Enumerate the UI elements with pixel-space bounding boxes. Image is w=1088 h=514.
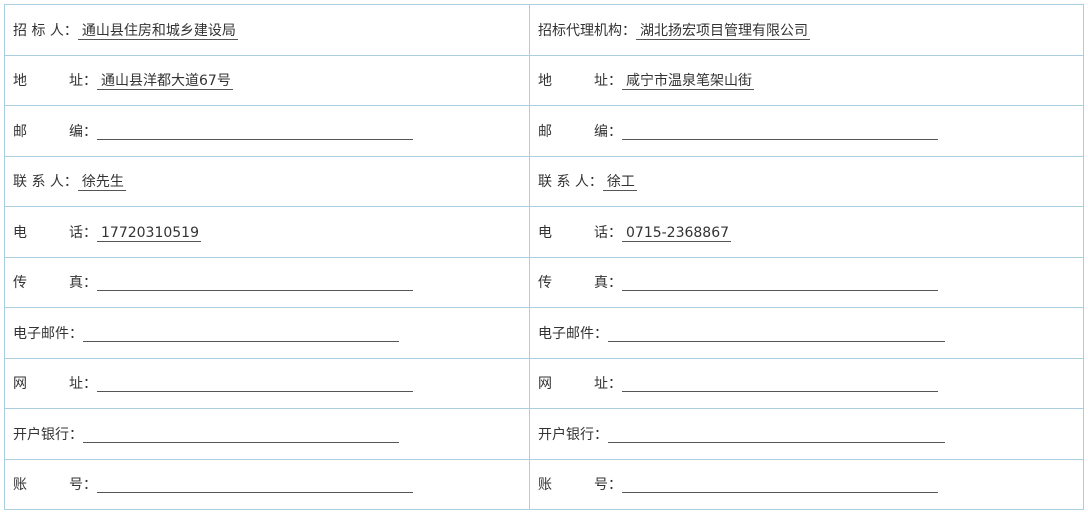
field-value: 通山县洋都大道67号 <box>97 73 233 91</box>
field-label: 地 址： <box>538 73 622 90</box>
blank-line <box>608 327 945 342</box>
contact-info-body: 招 标 人： 通山县住房和城乡建设局 招标代理机构： 湖北扬宏项目管理有限公司 地 … <box>4 4 1084 510</box>
tenderer-cell: 招 标 人： 通山县住房和城乡建设局 <box>4 4 530 56</box>
table-row: 联 系 人： 徐先生 联 系 人： 徐工 <box>4 155 1084 207</box>
field-label: 账 号： <box>538 477 622 494</box>
field-label: 电子邮件： <box>13 325 83 342</box>
fax-cell: 传 真： <box>4 256 530 308</box>
field-value: 徐工 <box>602 174 637 192</box>
field-label: 地 址： <box>13 73 97 90</box>
field-label: 电 话： <box>538 224 622 241</box>
field-label: 网 址： <box>538 376 622 393</box>
blank-line <box>622 478 938 494</box>
address-cell: 地 址： 通山县洋都大道67号 <box>4 54 530 106</box>
blank-line <box>622 377 938 393</box>
field-label: 招 标 人： <box>13 22 78 39</box>
blank-line <box>97 276 413 292</box>
table-row: 招 标 人： 通山县住房和城乡建设局 招标代理机构： 湖北扬宏项目管理有限公司 <box>4 4 1084 56</box>
table-row: 传 真： 传 真： <box>4 256 1084 308</box>
field-label: 传 真： <box>13 275 97 292</box>
blank-line <box>97 125 413 140</box>
bank-cell: 开户银行： <box>529 408 1084 460</box>
account-cell: 账 号： <box>529 458 1084 510</box>
field-label: 开户银行： <box>13 426 83 443</box>
table-row: 开户银行： 开户银行： <box>4 408 1084 460</box>
blank-line <box>608 428 945 443</box>
field-label: 账 号： <box>13 477 97 494</box>
field-label: 招标代理机构： <box>538 22 636 39</box>
website-cell: 网 址： <box>4 357 530 409</box>
agency-cell: 招标代理机构： 湖北扬宏项目管理有限公司 <box>529 4 1084 56</box>
phone-cell: 电 话： 17720310519 <box>4 206 530 258</box>
website-cell: 网 址： <box>529 357 1084 409</box>
contact-person-cell: 联 系 人： 徐先生 <box>4 155 530 207</box>
blank-line <box>622 125 938 140</box>
field-label: 电子邮件： <box>538 325 608 342</box>
field-label: 电 话： <box>13 224 97 241</box>
postcode-cell: 邮 编： <box>529 105 1084 157</box>
field-label: 邮 编： <box>538 123 622 140</box>
blank-line <box>83 327 399 342</box>
phone-cell: 电 话： 0715-2368867 <box>529 206 1084 258</box>
table-row: 邮 编： 邮 编： <box>4 105 1084 157</box>
field-label: 开户银行： <box>538 426 608 443</box>
table-row: 地 址： 通山县洋都大道67号 地 址： 咸宁市温泉笔架山街 <box>4 54 1084 106</box>
blank-line <box>97 478 413 494</box>
contact-info-table: 招 标 人： 通山县住房和城乡建设局 招标代理机构： 湖北扬宏项目管理有限公司 地 … <box>4 4 1084 510</box>
postcode-cell: 邮 编： <box>4 105 530 157</box>
field-value: 湖北扬宏项目管理有限公司 <box>636 23 810 40</box>
email-cell: 电子邮件： <box>529 307 1084 359</box>
contact-person-cell: 联 系 人： 徐工 <box>529 155 1084 207</box>
table-row: 电 话： 17720310519 电 话： 0715-2368867 <box>4 206 1084 258</box>
field-value: 徐先生 <box>77 174 126 192</box>
field-value: 咸宁市温泉笔架山街 <box>622 73 754 91</box>
account-cell: 账 号： <box>4 458 530 510</box>
address-cell: 地 址： 咸宁市温泉笔架山街 <box>529 54 1084 106</box>
table-row: 电子邮件： 电子邮件： <box>4 307 1084 359</box>
field-label: 传 真： <box>538 275 622 292</box>
blank-line <box>97 377 413 393</box>
blank-line <box>83 428 399 443</box>
field-label: 邮 编： <box>13 123 97 140</box>
fax-cell: 传 真： <box>529 256 1084 308</box>
email-cell: 电子邮件： <box>4 307 530 359</box>
field-label: 网 址： <box>13 376 97 393</box>
field-value: 17720310519 <box>97 225 201 242</box>
bank-cell: 开户银行： <box>4 408 530 460</box>
table-row: 账 号： 账 号： <box>4 458 1084 510</box>
field-value: 0715-2368867 <box>622 225 732 242</box>
field-label: 联 系 人： <box>13 174 78 191</box>
blank-line <box>622 276 938 292</box>
field-label: 联 系 人： <box>538 174 603 191</box>
field-value: 通山县住房和城乡建设局 <box>77 23 238 40</box>
table-row: 网 址： 网 址： <box>4 357 1084 409</box>
